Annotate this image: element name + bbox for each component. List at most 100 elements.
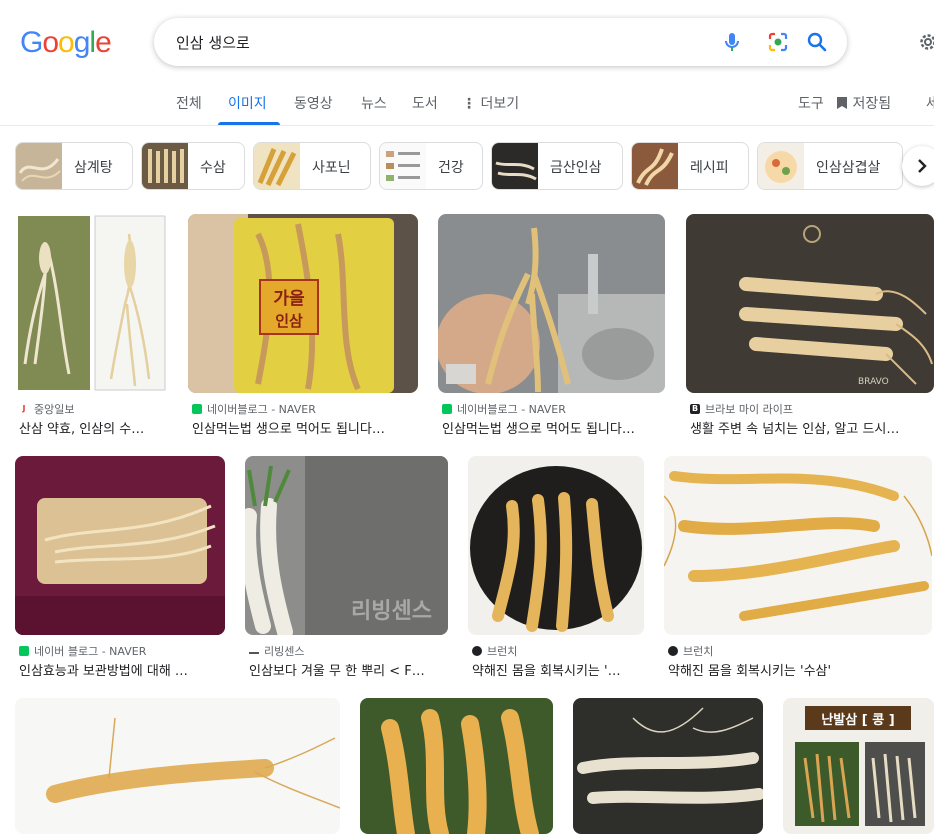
- chip-geumsan-ginseng[interactable]: 금산인삼: [491, 142, 623, 190]
- chevron-right-icon: [918, 159, 927, 173]
- chip-label: 사포닌: [312, 160, 351, 176]
- image-result[interactable]: 네이버 블로그 - NAVER 인삼효능과 보관방법에 대해 …: [15, 456, 225, 679]
- result-image: [15, 214, 168, 393]
- source-name: 네이버 블로그 - NAVER: [34, 645, 147, 658]
- result-source: 네이버블로그 - NAVER: [442, 401, 566, 417]
- tab-all[interactable]: 전체: [176, 93, 202, 113]
- logo-letter: o: [42, 26, 59, 59]
- tab-news[interactable]: 뉴스: [361, 93, 387, 113]
- result-source: 브런치: [472, 643, 517, 659]
- image-result[interactable]: 네이버블로그 - NAVER 인삼먹는법 생으로 먹어도 됩니다…: [438, 214, 665, 437]
- chip-label: 레시피: [690, 160, 729, 176]
- chip-thumbnail: [254, 143, 300, 189]
- logo-letter: e: [95, 26, 112, 59]
- chip-samgyetang[interactable]: 삼계탕: [15, 142, 133, 190]
- result-title: 생활 주변 속 넘치는 인삼, 알고 드시…: [690, 422, 900, 437]
- chip-susam[interactable]: 수삼: [141, 142, 245, 190]
- chip-label: 수삼: [200, 160, 226, 176]
- tab-images[interactable]: 이미지: [228, 93, 267, 113]
- image-result[interactable]: [573, 698, 763, 834]
- chip-recipe[interactable]: 레시피: [631, 142, 749, 190]
- camera-lens-icon: [768, 32, 788, 52]
- tab-videos[interactable]: 동영상: [294, 93, 333, 113]
- result-title: 약해진 몸을 회복시키는 '…: [472, 664, 621, 679]
- chip-thumbnail: [142, 143, 188, 189]
- settings-gear-icon[interactable]: [916, 30, 934, 54]
- source-name: 브라보 마이 라이프: [705, 403, 793, 416]
- chip-health[interactable]: 건강: [379, 142, 483, 190]
- source-name: 네이버블로그 - NAVER: [207, 403, 316, 416]
- active-tab-indicator: [218, 122, 280, 125]
- package-label-line2: 인삼: [275, 312, 303, 330]
- result-source: 리빙센스: [249, 643, 304, 659]
- tab-more[interactable]: ⋮ 더보기: [462, 93, 519, 113]
- image-result[interactable]: 리빙센스 리빙센스 인삼보다 겨울 무 한 뿌리 < F…: [245, 456, 448, 679]
- image-watermark: BRAVO: [858, 377, 889, 387]
- source-favicon-icon: [249, 648, 259, 654]
- result-image: [15, 456, 225, 635]
- result-image: [360, 698, 553, 834]
- package-label-line1: 가을: [273, 289, 305, 309]
- result-image: [468, 456, 644, 635]
- voice-search-button[interactable]: [720, 30, 744, 54]
- naver-blog-favicon-icon: [192, 404, 202, 414]
- chip-thumbnail: [380, 143, 426, 189]
- search-button[interactable]: [805, 30, 829, 54]
- saved-label: 저장됨: [852, 96, 892, 112]
- chips-next-button[interactable]: [902, 146, 934, 186]
- tools-button[interactable]: 도구: [798, 93, 824, 113]
- safesearch-button[interactable]: 세: [926, 93, 934, 113]
- lens-search-button[interactable]: [766, 30, 790, 54]
- result-source: J 중앙일보: [19, 401, 75, 417]
- naver-blog-favicon-icon: [19, 646, 29, 656]
- source-favicon-icon: J: [22, 404, 26, 413]
- chip-label: 금산인삼: [550, 160, 602, 176]
- chip-thumbnail: [16, 143, 62, 189]
- image-result[interactable]: [15, 698, 340, 834]
- image-result[interactable]: 가을 인삼 네이버블로그 - NAVER 인삼먹는법 생으로 먹어도 됩니다…: [188, 214, 418, 437]
- brunch-favicon-icon: [472, 646, 482, 656]
- result-title: 인삼먹는법 생으로 먹어도 됩니다…: [442, 422, 635, 437]
- chip-ginseng-pork-belly[interactable]: 인삼삼겹살: [757, 142, 903, 190]
- image-result[interactable]: [360, 698, 553, 834]
- tab-more-label: 더보기: [480, 96, 520, 112]
- image-sign-text: 난발삼 [ 콩 ]: [821, 712, 894, 728]
- result-image: [438, 214, 665, 393]
- chip-label: 건강: [438, 160, 464, 176]
- result-title: 산삼 약효, 인삼의 수…: [19, 422, 145, 437]
- image-result[interactable]: 난발삼 [ 콩 ]: [783, 698, 934, 834]
- result-title: 인삼보다 겨울 무 한 뿌리 < F…: [249, 664, 425, 679]
- result-title: 인삼먹는법 생으로 먹어도 됩니다…: [192, 422, 385, 437]
- bookmark-icon: [837, 97, 847, 109]
- chip-label: 인삼삼겹살: [816, 160, 881, 176]
- source-name: 중앙일보: [34, 403, 75, 416]
- result-image: 리빙센스: [245, 456, 448, 635]
- result-image: [664, 456, 932, 635]
- logo-letter: g: [73, 26, 91, 59]
- image-result[interactable]: 브런치 약해진 몸을 회복시키는 '수삼': [664, 456, 932, 679]
- microphone-icon: [725, 33, 739, 51]
- search-input[interactable]: [176, 30, 696, 54]
- chip-saponin[interactable]: 사포닌: [253, 142, 371, 190]
- brunch-favicon-icon: [668, 646, 678, 656]
- result-source: B 브라보 마이 라이프: [690, 401, 793, 417]
- source-name: 리빙센스: [264, 645, 305, 658]
- saved-button[interactable]: 저장됨: [836, 93, 891, 113]
- source-favicon-icon: B: [690, 404, 700, 414]
- search-box: [154, 18, 847, 66]
- google-logo[interactable]: Google: [20, 26, 112, 60]
- logo-letter: o: [58, 26, 75, 59]
- result-title: 약해진 몸을 회복시키는 '수삼': [668, 664, 832, 679]
- image-result[interactable]: BRAVO B 브라보 마이 라이프 생활 주변 속 넘치는 인삼, 알고 드시…: [686, 214, 934, 437]
- source-name: 네이버블로그 - NAVER: [457, 403, 566, 416]
- chip-thumbnail: [632, 143, 678, 189]
- result-image: 가을 인삼: [188, 214, 418, 393]
- result-source: 브런치: [668, 643, 713, 659]
- more-dots-icon: ⋮: [462, 96, 476, 112]
- search-icon: [807, 32, 827, 52]
- tab-books[interactable]: 도서: [412, 93, 438, 113]
- image-result[interactable]: 브런치 약해진 몸을 회복시키는 '…: [468, 456, 644, 679]
- chip-label: 삼계탕: [74, 160, 113, 176]
- result-image: [15, 698, 340, 834]
- image-result[interactable]: J 중앙일보 산삼 약효, 인삼의 수…: [15, 214, 168, 437]
